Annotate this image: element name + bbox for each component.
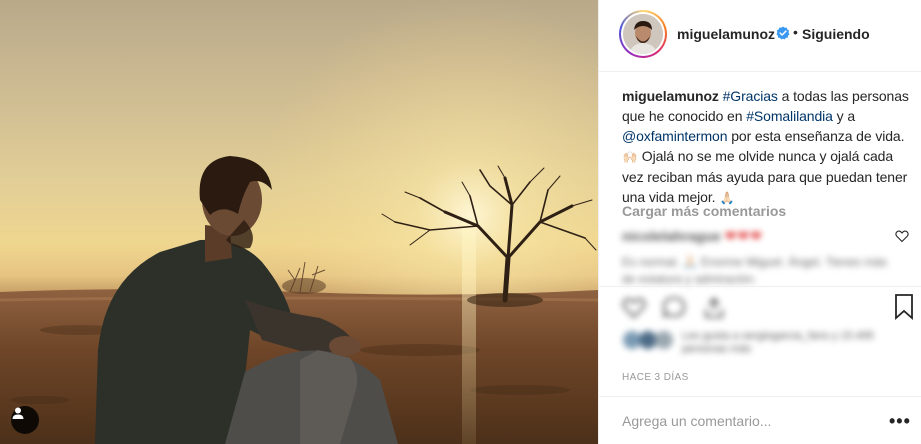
hashtag-somalilandia-link[interactable]: #Somalilandia <box>746 108 833 124</box>
caption-text: Ojalá no se me olvide nunca y ojalá cada… <box>622 148 908 205</box>
comment-like-heart-icon[interactable] <box>895 229 909 243</box>
header-separator: • <box>793 24 798 40</box>
likes-summary: Les gusta a sergiogarcia_fans y 15.495 p… <box>622 330 912 360</box>
raised-hands-emoji: 🙌🏻 <box>622 150 638 164</box>
likes-count-text[interactable]: Les gusta a sergiogarcia_fans y 15.495 p… <box>682 330 912 356</box>
like-heart-icon[interactable] <box>621 295 647 321</box>
comment-text: ❤❤❤ <box>724 228 763 244</box>
post-actions-bar <box>599 286 921 326</box>
comment-row: Es normal. 🙏🏻 Enorme Miguel. Ángel. Tien… <box>622 255 888 286</box>
verified-badge-icon <box>776 26 790 40</box>
caption-text: por esta enseñanza de vida. <box>727 128 905 144</box>
avatar[interactable] <box>619 10 667 58</box>
avatar-portrait <box>623 14 663 54</box>
load-more-comments-button[interactable]: Cargar más comentarios <box>622 203 786 219</box>
post-photo[interactable] <box>0 0 598 444</box>
photo-illustration <box>0 0 598 444</box>
avatar-image <box>623 14 663 54</box>
comment-bubble-icon[interactable] <box>661 295 687 321</box>
user-tag-icon[interactable] <box>11 406 39 434</box>
comment-input[interactable] <box>622 409 872 433</box>
following-button[interactable]: Siguiendo <box>802 26 870 42</box>
caption-text: y a <box>832 108 856 124</box>
post-header: miguelamunoz • Siguiendo <box>599 0 921 72</box>
comment-row: nicolelahrague ❤❤❤ <box>622 228 763 245</box>
post-timestamp[interactable]: HACE 3 DÍAS <box>622 372 689 383</box>
comment-username[interactable]: nicolelahrague <box>622 228 721 244</box>
likers-avatars[interactable] <box>622 330 677 350</box>
save-bookmark-icon[interactable] <box>893 293 915 321</box>
post-caption: miguelamunoz #Gracias a todas las person… <box>622 86 912 208</box>
more-options-icon[interactable]: ••• <box>889 411 911 432</box>
share-upload-icon[interactable] <box>701 295 727 321</box>
mention-oxfamintermon-link[interactable]: @oxfamintermon <box>622 128 728 144</box>
post-author-username[interactable]: miguelamunoz <box>677 26 775 42</box>
add-comment-bar: ••• <box>599 396 921 444</box>
hashtag-gracias-link[interactable]: #Gracias <box>723 88 778 104</box>
caption-username[interactable]: miguelamunoz <box>622 88 719 104</box>
post-side-panel: miguelamunoz • Siguiendo miguelamunoz #G… <box>598 0 921 444</box>
person-icon <box>12 407 24 419</box>
